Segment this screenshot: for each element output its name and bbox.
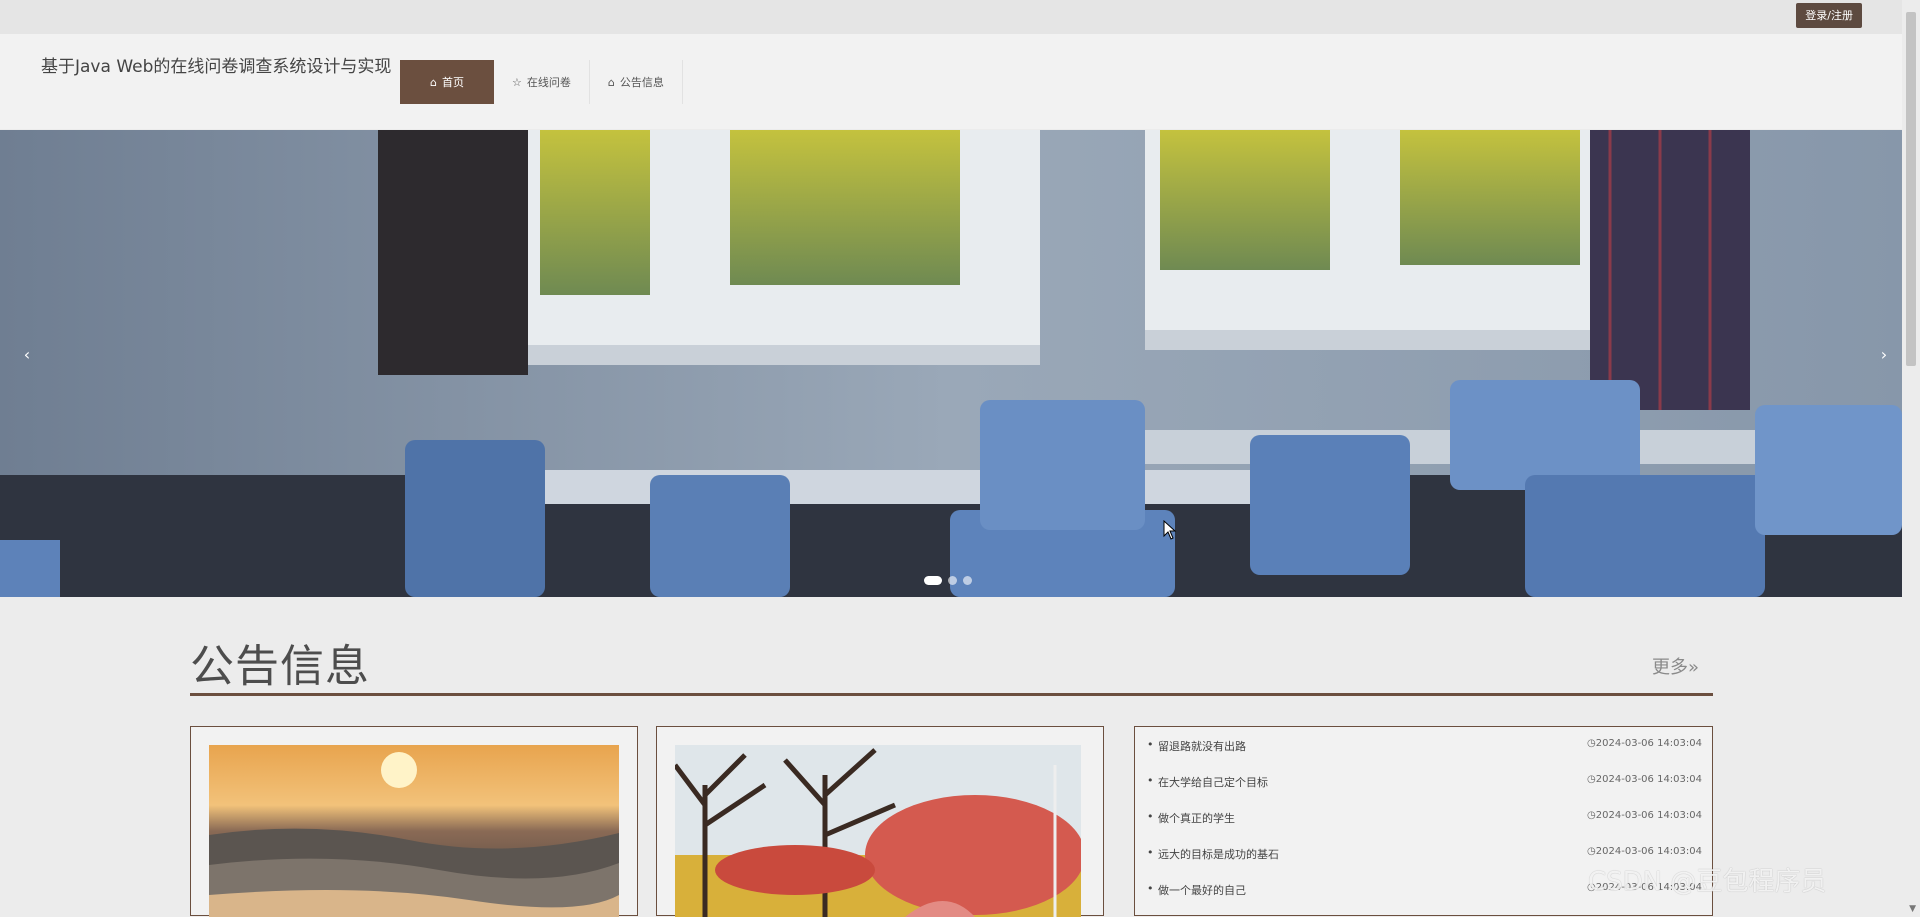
bullet-icon: •	[1147, 846, 1154, 859]
clock-icon: ◷	[1587, 774, 1596, 785]
nav-online-survey-label: 在线问卷	[526, 76, 571, 89]
notice-section-title: 公告信息	[190, 641, 370, 692]
clock-icon: ◷	[1587, 738, 1596, 749]
home-icon: ⌂	[430, 75, 437, 89]
list-item[interactable]: • 在大学给自己定个目标 ◷2024-03-06 14:03:04	[1147, 774, 1702, 794]
star-icon: ☆	[512, 75, 522, 89]
notice-card-1[interactable]	[190, 726, 638, 917]
top-bar: 登录/注册	[0, 0, 1902, 34]
nav-online-survey[interactable]: ☆ 在线问卷	[494, 60, 590, 104]
nav-notice-label: 公告信息	[619, 76, 664, 89]
notice-item-title: 做个真正的学生	[1158, 812, 1235, 825]
carousel-dots	[924, 576, 972, 585]
section-divider	[190, 693, 1713, 696]
classroom-banner-image	[0, 130, 1902, 597]
notice-item-date: ◷2024-03-06 14:03:04	[1587, 810, 1702, 821]
notice-item-date: ◷2024-03-06 14:03:04	[1587, 738, 1702, 749]
mouse-cursor-icon	[1163, 520, 1177, 540]
main-nav: ⌂ 首页 ☆ 在线问卷 ⌂ 公告信息	[400, 60, 683, 104]
notice-item-title: 留退路就没有出路	[1158, 740, 1246, 753]
bullet-icon: •	[1147, 774, 1154, 787]
carousel-prev-button[interactable]: ‹	[17, 345, 37, 364]
autumn-trees-image	[675, 745, 1081, 917]
nav-home[interactable]: ⌂ 首页	[400, 60, 494, 104]
carousel-next-button[interactable]: ›	[1874, 345, 1894, 364]
login-register-button[interactable]: 登录/注册	[1796, 3, 1862, 28]
notice-item-date: ◷2024-03-06 14:03:04	[1587, 774, 1702, 785]
bullet-icon: •	[1147, 882, 1154, 895]
page-scrollbar[interactable]: ▼	[1902, 0, 1920, 916]
scroll-down-arrow-icon[interactable]: ▼	[1909, 904, 1916, 914]
notice-item-title: 远大的目标是成功的基石	[1158, 848, 1279, 861]
notice-card-2[interactable]	[656, 726, 1104, 917]
list-item[interactable]: • 留退路就没有出路 ◷2024-03-06 14:03:04	[1147, 738, 1702, 758]
notice-item-title: 做一个最好的自己	[1158, 884, 1246, 897]
csdn-watermark: CSDN @豆包程序员	[1588, 867, 1827, 897]
scrollbar-thumb[interactable]	[1906, 12, 1916, 366]
carousel-dot-2[interactable]	[948, 576, 957, 585]
nav-notice[interactable]: ⌂ 公告信息	[590, 60, 683, 104]
banner-carousel[interactable]: ‹ ›	[0, 130, 1902, 597]
bullet-icon: •	[1147, 738, 1154, 751]
notice-item-title: 在大学给自己定个目标	[1158, 776, 1268, 789]
carousel-dot-1[interactable]	[924, 576, 942, 585]
notice-item-date: ◷2024-03-06 14:03:04	[1587, 846, 1702, 857]
clock-icon: ◷	[1587, 810, 1596, 821]
carousel-dot-3[interactable]	[963, 576, 972, 585]
bag-icon: ⌂	[607, 75, 615, 89]
site-header: 基于Java Web的在线问卷调查系统设计与实现 ⌂ 首页 ☆ 在线问卷 ⌂ 公…	[0, 34, 1902, 129]
notice-more-link[interactable]: 更多»	[1652, 653, 1699, 679]
list-item[interactable]: • 做个真正的学生 ◷2024-03-06 14:03:04	[1147, 810, 1702, 830]
sunset-sea-image	[209, 745, 619, 917]
clock-icon: ◷	[1587, 846, 1596, 857]
nav-home-label: 首页	[441, 76, 464, 89]
site-title: 基于Java Web的在线问卷调查系统设计与实现	[41, 57, 392, 77]
bullet-icon: •	[1147, 810, 1154, 823]
